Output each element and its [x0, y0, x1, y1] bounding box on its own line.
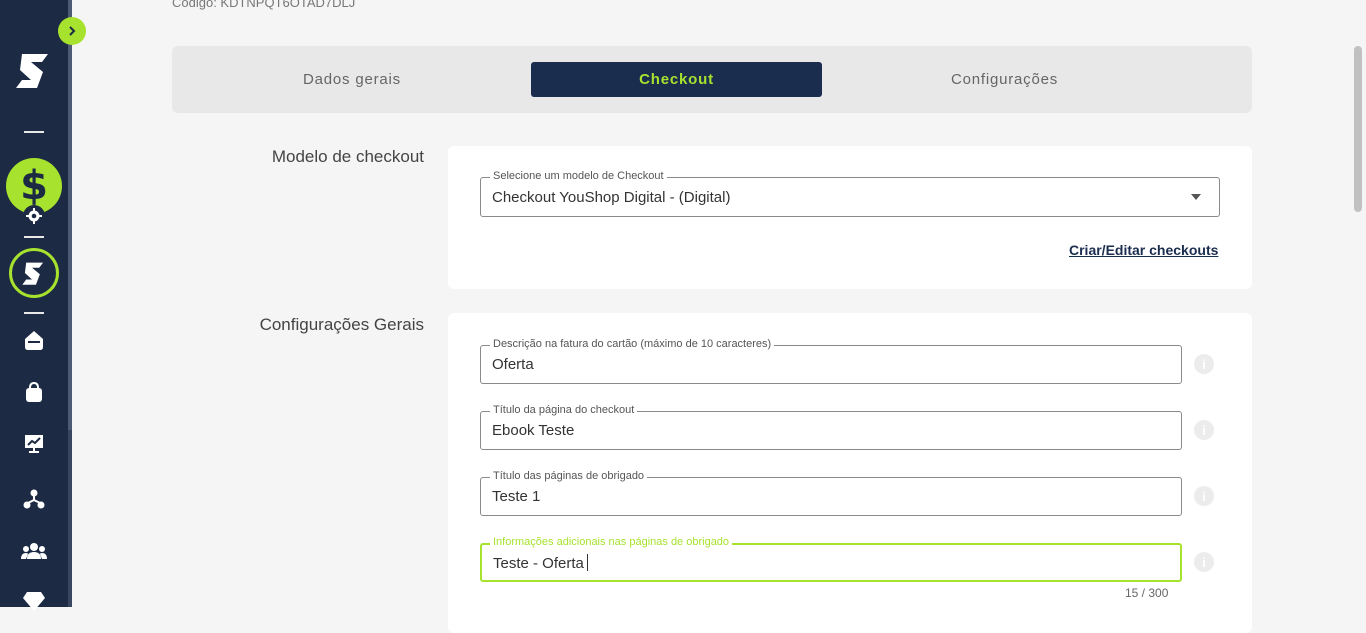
info-icon[interactable]: i: [1194, 354, 1214, 374]
sidebar: $: [0, 0, 68, 611]
users-icon[interactable]: [21, 538, 47, 564]
gear-icon[interactable]: [23, 205, 45, 227]
tab-dados-gerais[interactable]: Dados gerais: [202, 62, 502, 97]
general-settings-section-title: Configurações Gerais: [259, 315, 424, 334]
character-counter: 15 / 300: [1125, 586, 1169, 600]
product-code: Código: KDTNPQT6OTAD7DLJ: [172, 0, 356, 10]
general-settings-card: Descrição na fatura do cartão (máximo de…: [448, 313, 1252, 633]
checkout-model-select[interactable]: Selecione um modelo de Checkout Checkout…: [480, 169, 1220, 217]
tab-bar: Dados gerais Checkout Configurações: [172, 46, 1252, 113]
thank-you-info-field[interactable]: Informações adicionais nas páginas de ob…: [480, 535, 1182, 582]
expand-sidebar-button[interactable]: [58, 17, 86, 45]
affiliates-icon[interactable]: [21, 486, 47, 512]
info-icon[interactable]: i: [1194, 420, 1214, 440]
checkout-model-card: Selecione um modelo de Checkout Checkout…: [448, 146, 1252, 289]
chart-icon[interactable]: [21, 430, 47, 456]
tab-checkout[interactable]: Checkout: [531, 62, 822, 97]
checkout-model-select-label: Selecione um modelo de Checkout: [490, 169, 667, 183]
diamond-icon[interactable]: [21, 588, 47, 614]
checkout-page-title-label: Título da página do checkout: [490, 403, 638, 417]
create-edit-checkouts-link[interactable]: Criar/Editar checkouts: [1069, 242, 1218, 258]
sidebar-divider: [24, 131, 44, 133]
page-scrollbar-thumb[interactable]: [1354, 46, 1362, 212]
checkout-page-title-field[interactable]: Título da página do checkout Ebook Teste: [480, 403, 1182, 450]
thank-you-title-field[interactable]: Título das páginas de obrigado Teste 1: [480, 469, 1182, 516]
brand-logo-icon[interactable]: [9, 248, 59, 298]
info-icon[interactable]: i: [1194, 552, 1214, 572]
checkout-page-title-value: Ebook Teste: [492, 422, 575, 439]
tab-configuracoes[interactable]: Configurações: [852, 62, 1157, 97]
thank-you-info-value: Teste - Oferta: [493, 554, 588, 572]
thank-you-title-label: Título das páginas de obrigado: [490, 469, 648, 483]
thank-you-title-value: Teste 1: [492, 488, 541, 505]
dropdown-arrow-icon: [1191, 194, 1201, 200]
bag-icon[interactable]: [21, 379, 47, 405]
card-description-label: Descrição na fatura do cartão (máximo de…: [490, 337, 775, 351]
logo-icon[interactable]: [14, 48, 54, 92]
card-description-value: Oferta: [492, 356, 534, 373]
card-description-field[interactable]: Descrição na fatura do cartão (máximo de…: [480, 337, 1182, 384]
checkout-model-select-value: Checkout YouShop Digital - (Digital): [492, 189, 731, 206]
checkout-model-section-title: Modelo de checkout: [271, 147, 424, 166]
thank-you-info-label: Informações adicionais nas páginas de ob…: [490, 535, 733, 549]
info-icon[interactable]: i: [1194, 486, 1214, 506]
chevron-right-icon: [69, 26, 76, 36]
sidebar-divider: [24, 312, 44, 314]
home-icon[interactable]: [21, 327, 47, 353]
sidebar-scrollbar-thumb[interactable]: [68, 0, 72, 430]
sidebar-divider: [24, 236, 44, 238]
